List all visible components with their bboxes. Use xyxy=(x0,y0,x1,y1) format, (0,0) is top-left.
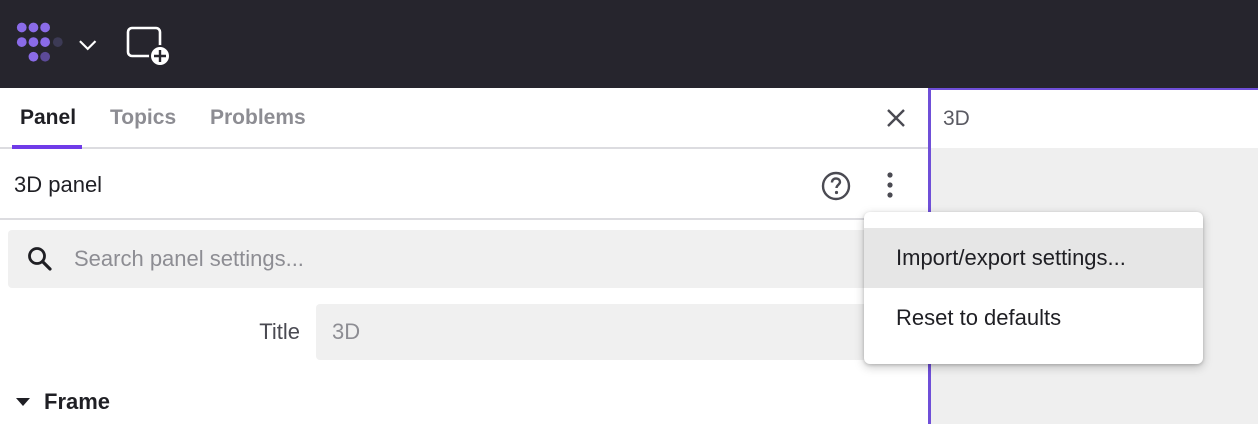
panel-title: 3D panel xyxy=(14,172,103,197)
settings-search xyxy=(8,230,928,288)
add-panel-icon xyxy=(126,26,171,67)
panel-header: 3D panel xyxy=(0,150,928,220)
top-bar xyxy=(0,0,1258,88)
search-input[interactable] xyxy=(74,230,914,288)
app-menu-button[interactable] xyxy=(12,20,98,70)
close-sidebar-button[interactable] xyxy=(878,100,914,136)
reset-to-defaults-item[interactable]: Reset to defaults xyxy=(864,288,1203,348)
help-button[interactable] xyxy=(820,170,852,202)
frame-section-label: Frame xyxy=(44,389,111,414)
search-icon xyxy=(28,247,52,271)
app-logo-icon xyxy=(16,22,63,62)
title-input[interactable] xyxy=(316,304,928,360)
title-field-label: Title xyxy=(259,319,300,344)
more-options-button[interactable] xyxy=(876,168,904,202)
help-circle-icon xyxy=(821,171,851,201)
chevron-down-icon xyxy=(78,40,96,51)
add-panel-button[interactable] xyxy=(122,22,174,68)
tab-panel[interactable]: Panel xyxy=(11,88,83,149)
panel-options-menu: Import/export settings... Reset to defau… xyxy=(864,212,1203,364)
panel-toolbar: 3D xyxy=(931,90,1258,148)
tab-problems[interactable]: Problems xyxy=(210,88,306,149)
settings-sidebar: Panel Topics Problems 3D panel Search pa… xyxy=(0,88,928,424)
tab-topics[interactable]: Topics xyxy=(110,88,176,149)
caret-down-icon xyxy=(16,398,30,406)
import-export-settings-item[interactable]: Import/export settings... xyxy=(864,228,1203,288)
frame-section-toggle[interactable]: Frame xyxy=(14,384,110,420)
close-icon xyxy=(887,109,905,127)
sidebar-tabs: Panel Topics Problems xyxy=(0,88,928,149)
panel-toolbar-title: 3D xyxy=(943,107,970,130)
more-vertical-icon xyxy=(887,172,893,198)
title-field[interactable] xyxy=(316,304,928,360)
